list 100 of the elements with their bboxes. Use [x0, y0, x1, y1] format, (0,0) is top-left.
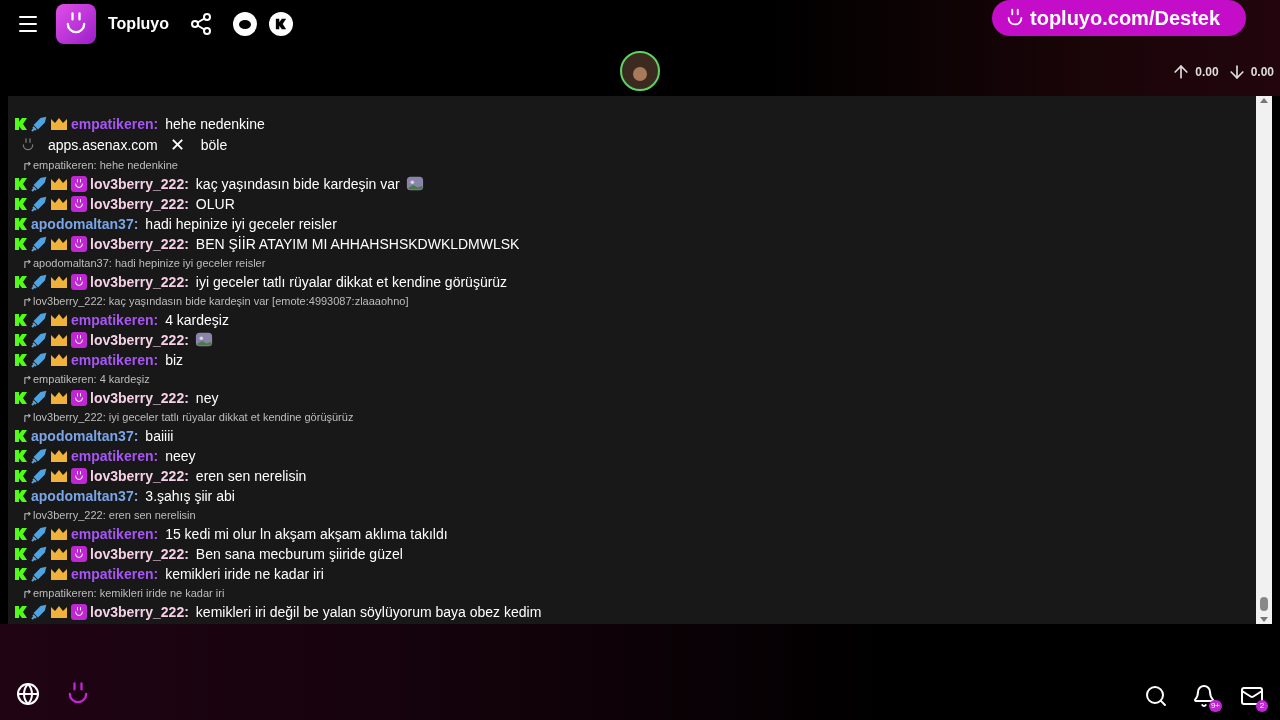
- reply-arrow-icon: [24, 258, 31, 268]
- chat-message-text: iyi geceler tatlı rüyalar dikkat et kendine görüşürüz: [195, 272, 508, 292]
- k-badge-icon: [14, 489, 28, 503]
- avatar[interactable]: [620, 51, 660, 91]
- chat-username[interactable]: empatikeren:: [71, 523, 159, 545]
- chat-username[interactable]: lov3berry_222:: [90, 233, 189, 255]
- chat-username[interactable]: lov3berry_222:: [90, 543, 189, 565]
- k-badge-icon: [14, 469, 28, 483]
- upload-rate: 0.00: [1195, 64, 1219, 81]
- chat-username[interactable]: apodomaltan37:: [31, 213, 139, 235]
- reply-arrow-icon: [24, 510, 31, 520]
- sword-badge-icon: [31, 526, 47, 542]
- banner-text: topluyo.com/Destek: [1030, 6, 1221, 31]
- chat-username[interactable]: empatikeren:: [71, 349, 159, 371]
- chat-message-text: ney: [195, 388, 219, 408]
- sword-badge-icon: [31, 352, 47, 368]
- sword-badge-icon: [31, 312, 47, 328]
- chat-username[interactable]: empatikeren:: [71, 309, 159, 331]
- crown-badge-icon: [50, 275, 68, 289]
- sword-badge-icon: [31, 196, 47, 212]
- k-badge-icon: [14, 391, 28, 405]
- reply-arrow-icon: [24, 374, 31, 384]
- sword-badge-icon: [31, 236, 47, 252]
- emote-picture-icon: [404, 175, 425, 193]
- chat-message-text: kemikleri iri değil be yalan söylüyorum baya obez kedim: [195, 602, 542, 622]
- crown-badge-icon: [50, 237, 68, 251]
- chat-username[interactable]: apodomaltan37:: [31, 425, 139, 447]
- k-badge-icon: [14, 449, 28, 463]
- reply-quote-text: lov3berry_222: eren sen nerelisin: [33, 507, 196, 523]
- chat-username[interactable]: lov3berry_222:: [90, 387, 189, 409]
- k-badge-icon: [14, 605, 28, 619]
- support-banner[interactable]: topluyo.com/Destek: [992, 0, 1246, 36]
- emote-picture-icon: [193, 331, 214, 349]
- sword-badge-icon: [31, 546, 47, 562]
- close-button[interactable]: ✕: [169, 136, 185, 154]
- k-badge-icon: [14, 237, 28, 251]
- scrollbar[interactable]: [1256, 96, 1272, 624]
- chat-username[interactable]: lov3berry_222:: [90, 173, 189, 195]
- crown-badge-icon: [50, 449, 68, 463]
- smile-logo-icon: [20, 137, 36, 153]
- crown-badge-icon: [50, 353, 68, 367]
- k-badge-icon: [14, 429, 28, 443]
- chat-username[interactable]: lov3berry_222:: [90, 465, 189, 487]
- reply-arrow-icon: [24, 296, 31, 306]
- chat-message-text: eren sen nerelisin: [195, 466, 307, 486]
- brand-logo[interactable]: [56, 4, 96, 44]
- chat-message-text: Ben sana mecburum şiiride güzel: [195, 544, 403, 564]
- share-icon[interactable]: [189, 12, 214, 36]
- sword-badge-icon: [31, 274, 47, 290]
- chat-message-text: OLUR: [195, 194, 235, 214]
- chat-username[interactable]: lov3berry_222:: [90, 601, 189, 623]
- chat-username[interactable]: empatikeren:: [71, 113, 159, 135]
- crown-badge-icon: [50, 117, 68, 131]
- chat-username[interactable]: lov3berry_222:: [90, 271, 189, 293]
- chat-username[interactable]: empatikeren:: [71, 563, 159, 585]
- k-badge-icon: [14, 217, 28, 231]
- chat-message-text: 3.şahış şiir abi: [145, 486, 235, 506]
- chat-username[interactable]: apodomaltan37:: [31, 485, 139, 507]
- crown-badge-icon: [50, 333, 68, 347]
- chat-username[interactable]: lov3berry_222:: [90, 329, 189, 351]
- reply-quote-text: empatikeren: 4 kardeşiz: [33, 371, 150, 387]
- sword-badge-icon: [31, 332, 47, 348]
- crown-badge-icon: [50, 567, 68, 581]
- crown-badge-icon: [50, 197, 68, 211]
- globe-icon[interactable]: [16, 682, 40, 706]
- chat-message-text: hehe nedenkine: [165, 114, 265, 134]
- chat-username[interactable]: empatikeren:: [71, 445, 159, 467]
- chat-message-text: 15 kedi mi olur ln akşam akşam aklıma takıldı: [165, 524, 448, 544]
- crown-badge-icon: [50, 391, 68, 405]
- crown-badge-icon: [50, 177, 68, 191]
- chat-message-text: baiiii: [145, 426, 174, 446]
- brand-name[interactable]: Topluyo: [108, 12, 170, 36]
- k-badge-icon: [14, 313, 28, 327]
- crown-badge-icon: [50, 605, 68, 619]
- k-logo-icon[interactable]: [269, 12, 294, 36]
- sword-badge-icon: [31, 468, 47, 484]
- sword-badge-icon: [31, 448, 47, 464]
- notification-badge: 9+: [1208, 700, 1222, 712]
- sword-badge-icon: [31, 390, 47, 406]
- mail-icon[interactable]: [1240, 684, 1264, 708]
- k-badge-icon: [14, 333, 28, 347]
- sword-badge-icon: [31, 116, 47, 132]
- chat-username[interactable]: lov3berry_222:: [90, 193, 189, 215]
- reply-quote-text: empatikeren: hehe nedenkine: [33, 157, 178, 173]
- crown-badge-icon: [50, 527, 68, 541]
- k-badge-icon: [14, 275, 28, 289]
- chat-message-text: hadi hepinize iyi geceler reisler: [145, 214, 337, 234]
- chat-message-text: neey: [165, 446, 196, 466]
- chat-message-text: BEN ŞİİR ATAYIM MI AHHAHSHSKDWKLDMWLSK: [195, 234, 520, 254]
- k-badge-icon: [14, 177, 28, 191]
- sword-badge-icon: [31, 604, 47, 620]
- reply-arrow-icon: [24, 412, 31, 422]
- reply-arrow-icon: [24, 160, 31, 170]
- reply-arrow-icon: [24, 588, 31, 598]
- chat-message-text: kemikleri iride ne kadar iri: [165, 564, 324, 584]
- search-icon[interactable]: [1144, 684, 1168, 708]
- reply-quote-text: apodomaltan37: hadi hepinize iyi geceler reisler: [33, 255, 266, 271]
- crown-badge-icon: [50, 469, 68, 483]
- crown-badge-icon: [50, 313, 68, 327]
- reply-quote-text: lov3berry_222: kaç yaşındasın bide kardeşin var [emote:4993087:zlaaaohno]: [33, 293, 409, 309]
